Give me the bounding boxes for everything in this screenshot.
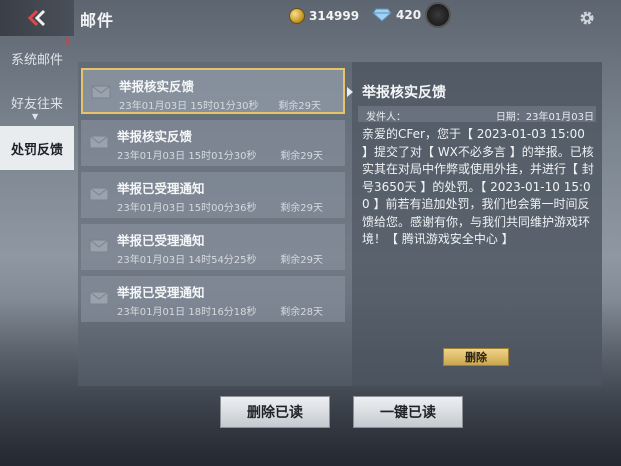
mail-panel: 举报核实反馈 23年01月03日 15时01分30秒 剩余29天 举报核实反馈 … [78,62,602,386]
mail-date: 23年01月03日 14时54分25秒 [117,255,257,266]
mail-remaining: 剩余29天 [278,101,321,112]
detail-meta: 发件人： 日期：23年01月03日 [358,106,596,123]
delete-read-button[interactable]: 删除已读 [220,396,330,428]
mail-item[interactable]: 举报核实反馈 23年01月03日 15时01分30秒 剩余29天 [81,120,345,166]
avatar[interactable] [425,2,451,28]
mail-detail: 举报核实反馈 发件人： 日期：23年01月03日 亲爱的CFer，您于【 202… [347,62,602,386]
coin-icon [289,8,305,24]
envelope-icon [89,239,109,253]
mail-item[interactable]: 举报已受理通知 23年01月03日 14时54分25秒 剩余29天 [81,224,345,270]
envelope-icon [89,135,109,149]
delete-button[interactable]: 删除 [443,348,509,366]
detail-body: 亲爱的CFer，您于【 2023-01-03 15:00 】提交了对【 WX不必… [362,127,594,246]
back-button[interactable] [0,0,74,36]
selection-arrow-icon [347,87,353,97]
mail-item[interactable]: 举报已受理通知 23年01月03日 15时00分36秒 剩余29天 [81,172,345,218]
sidebar-item-friend-mail[interactable]: 好友往来 ▼ [0,80,74,124]
mail-title: 举报已受理通知 [117,181,205,196]
mail-date: 23年01月03日 15时01分30秒 [119,101,259,112]
sidebar-item-penalty-feedback[interactable]: 处罚反馈 [0,126,74,170]
envelope-icon [89,187,109,201]
mail-date: 23年01月03日 15时00分36秒 [117,203,257,214]
mail-date: 23年01月03日 15时01分30秒 [117,151,257,162]
page-title: 邮件 [80,11,115,30]
gear-icon[interactable] [579,10,595,26]
mail-title: 举报已受理通知 [117,233,205,248]
mail-list: 举报核实反馈 23年01月03日 15时01分30秒 剩余29天 举报核实反馈 … [78,62,350,386]
top-bar: 邮件 314999 420 [0,0,621,36]
mail-title: 举报已受理通知 [117,285,205,300]
gem-icon [372,8,392,22]
mail-title: 举报核实反馈 [117,129,193,144]
mail-remaining: 剩余29天 [280,203,323,214]
mail-remaining: 剩余29天 [280,255,323,266]
sidebar-item-system-mail[interactable]: 系统邮件 ! [0,36,74,80]
mail-date: 23年01月01日 18时16分18秒 [117,307,257,318]
back-icon [27,9,46,27]
detail-title: 举报核实反馈 [362,85,446,101]
mail-item[interactable]: 举报已受理通知 23年01月01日 18时16分18秒 剩余28天 [81,276,345,322]
chevron-down-icon: ▼ [32,112,39,121]
sender-label: 发件人： [366,112,406,123]
mail-remaining: 剩余28天 [280,307,323,318]
sidebar: 系统邮件 ! 好友往来 ▼ 处罚反馈 [0,36,74,466]
notification-badge: ! [64,36,70,49]
gem-balance: 420 [372,8,421,22]
mail-item[interactable]: 举报核实反馈 23年01月03日 15时01分30秒 剩余29天 [81,68,345,114]
sidebar-item-label: 系统邮件 [10,52,63,68]
gem-amount: 420 [396,8,422,22]
mail-title: 举报核实反馈 [119,79,195,94]
coin-balance: 314999 [289,8,359,24]
mail-remaining: 剩余29天 [280,151,323,162]
envelope-icon [89,291,109,305]
sidebar-item-label: 处罚反馈 [10,142,63,158]
mark-all-read-button[interactable]: 一键已读 [353,396,463,428]
sidebar-item-label: 好友往来 [10,96,63,112]
date-label: 日期：23年01月03日 [495,112,594,123]
envelope-icon [91,85,111,99]
coin-amount: 314999 [309,9,360,23]
